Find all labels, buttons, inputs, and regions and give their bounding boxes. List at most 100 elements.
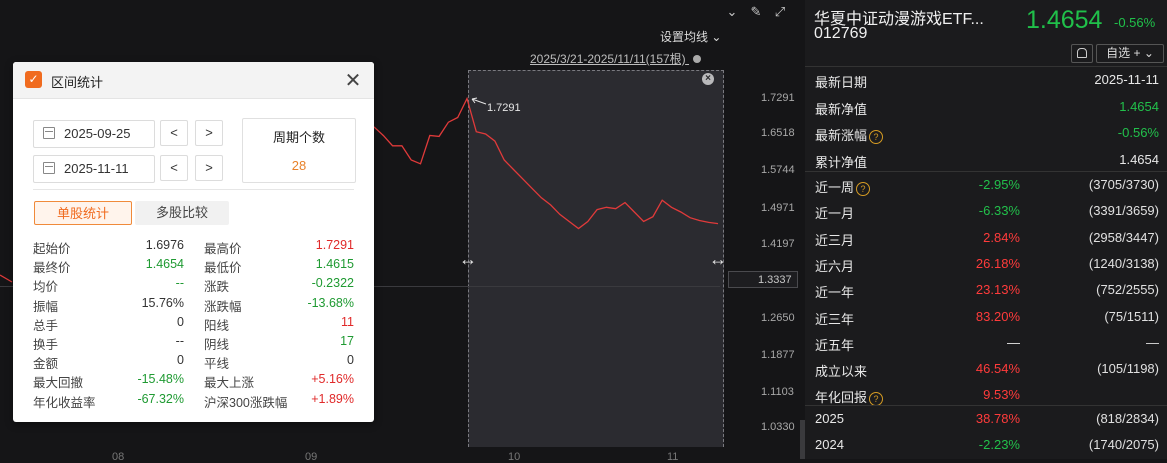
stat-value: -67.32% — [137, 391, 184, 406]
perf-label: 年化回报? — [815, 387, 884, 406]
stat-label: 最低价 — [204, 261, 242, 276]
year-label: 2025 — [815, 411, 844, 426]
perf-label-text: 年化回报 — [815, 390, 868, 406]
tab-multi-compare[interactable]: 多股比较 — [135, 201, 229, 225]
tab-single-stock[interactable]: 单股统计 — [34, 201, 132, 225]
stat-label: 起始价 — [33, 242, 71, 256]
dialog-title: 区间统计 — [51, 75, 104, 90]
selection-close-icon[interactable]: × — [702, 73, 714, 85]
y-axis-tick: 1.1103 — [761, 386, 794, 398]
chevron-down-icon: ⌄ — [1143, 46, 1154, 60]
year-rank: (818/2834) — [1096, 411, 1159, 426]
end-date-picker[interactable]: 2025-11-11 — [33, 155, 155, 183]
stat-label: 涨跌幅 — [204, 299, 242, 314]
info-label-text: 最新净值 — [815, 101, 868, 117]
perf-label-text: 近一月 — [815, 206, 855, 222]
x-axis-tick: 08 — [112, 451, 125, 463]
perf-pct: -6.33% — [978, 203, 1020, 219]
perf-rank: (1240/3138) — [1088, 255, 1159, 271]
stat-label: 总手 — [33, 318, 59, 333]
resize-left-icon[interactable]: ↔ — [459, 249, 477, 270]
help-icon[interactable]: ? — [856, 181, 871, 196]
info-label-text: 最新日期 — [815, 75, 868, 90]
help-icon[interactable]: ? — [869, 391, 884, 406]
stat-value: 0 — [177, 314, 184, 329]
period-count-box: 周期个数 28 — [242, 118, 356, 183]
year-pct: -2.23% — [978, 437, 1020, 452]
add-watchlist-button[interactable]: 自选 + ⌄ — [1096, 44, 1164, 63]
perf-label: 近一月 — [815, 203, 854, 222]
y-axis-tick: 1.4971 — [761, 202, 795, 214]
stat-value: -0.2322 — [311, 276, 354, 291]
info-label: 最新日期 — [815, 72, 867, 91]
perf-rank: (75/1511) — [1104, 308, 1159, 324]
price-series-line — [373, 96, 719, 230]
stat-label: 最大回撤 — [33, 376, 84, 391]
perf-rank: (752/2555) — [1096, 282, 1159, 298]
perf-label-text: 近一周 — [815, 180, 855, 195]
y-axis-tick: 1.6518 — [761, 127, 795, 139]
stat-value: 15.76% — [141, 295, 184, 310]
stat-label: 均价 — [33, 280, 59, 295]
perf-pct: 9.53% — [983, 387, 1020, 403]
stat-label: 金额 — [33, 357, 59, 372]
start-date-value: 2025-09-25 — [64, 126, 131, 141]
perf-label: 成立以来 — [815, 361, 867, 380]
perf-rank: (3391/3659) — [1088, 203, 1159, 219]
stat-label: 平线 — [204, 357, 230, 372]
resize-right-icon[interactable]: ↔ — [709, 249, 727, 270]
start-date-picker[interactable]: 2025-09-25 — [33, 120, 155, 148]
perf-pct: 2.84% — [983, 229, 1020, 245]
perf-pct: 26.18% — [975, 255, 1020, 271]
divider — [805, 66, 1167, 67]
stat-value: -- — [175, 276, 184, 291]
info-value: -0.56% — [1117, 125, 1159, 140]
y-axis-tick: 1.4197 — [761, 238, 795, 250]
stat-label: 最终价 — [33, 261, 71, 276]
stat-value: -- — [175, 334, 184, 348]
info-value: 2025-11-11 — [1094, 72, 1159, 87]
stat-value: 0 — [177, 353, 184, 368]
perf-rank: — — [1146, 334, 1159, 350]
stat-value: 1.4654 — [145, 257, 184, 272]
x-axis-tick: 11 — [667, 451, 679, 463]
start-date-next-button[interactable]: > — [195, 120, 223, 146]
price-series-line-segment — [0, 274, 13, 283]
stat-label: 换手 — [33, 338, 59, 352]
perf-pct: -2.95% — [978, 177, 1020, 192]
stat-label: 振幅 — [33, 299, 59, 314]
divider — [805, 405, 1167, 406]
info-label-text: 累计净值 — [815, 154, 868, 170]
stat-value: +1.89% — [311, 391, 354, 406]
start-date-prev-button[interactable]: < — [160, 120, 188, 146]
dialog-logo-icon: ✓ — [25, 71, 42, 88]
info-label: 累计净值 — [815, 152, 867, 171]
stat-label: 年化收益率 — [33, 395, 96, 410]
info-value: 1.4654 — [1119, 151, 1159, 167]
stat-value: +5.16% — [311, 372, 354, 387]
period-count-value: 28 — [291, 158, 307, 173]
y-axis-tick: 1.1877 — [761, 349, 795, 361]
divider — [33, 189, 354, 190]
end-date-prev-button[interactable]: < — [160, 155, 188, 181]
stat-label: 最高价 — [204, 242, 242, 256]
perf-rank: (2958/3447) — [1088, 229, 1159, 245]
dialog-close-button[interactable]: ✕ — [343, 68, 363, 92]
dialog-header[interactable]: ✓ 区间统计 ✕ — [13, 62, 374, 99]
year-rank: (1740/2075) — [1088, 437, 1159, 452]
stat-value: 1.4615 — [315, 257, 354, 272]
perf-rank: (105/1198) — [1097, 361, 1159, 377]
y-axis-tick: 1.0330 — [761, 421, 795, 433]
year-label: 2024 — [815, 437, 844, 452]
bell-icon[interactable] — [1071, 44, 1093, 63]
perf-pct: 46.54% — [975, 361, 1020, 377]
stat-label: 阴线 — [204, 338, 230, 352]
perf-label-text: 近一年 — [815, 285, 855, 301]
stat-label: 最大上涨 — [204, 376, 255, 391]
help-icon[interactable]: ? — [869, 129, 884, 144]
fund-code: 012769 — [814, 25, 868, 42]
interval-stats-dialog: ✓ 区间统计 ✕ 2025-09-25 < > 2025-11-11 < > 周… — [13, 62, 374, 422]
end-date-next-button[interactable]: > — [195, 155, 223, 181]
perf-label: 近五年 — [815, 335, 854, 354]
peak-price-label: 1.7291 — [487, 102, 521, 114]
